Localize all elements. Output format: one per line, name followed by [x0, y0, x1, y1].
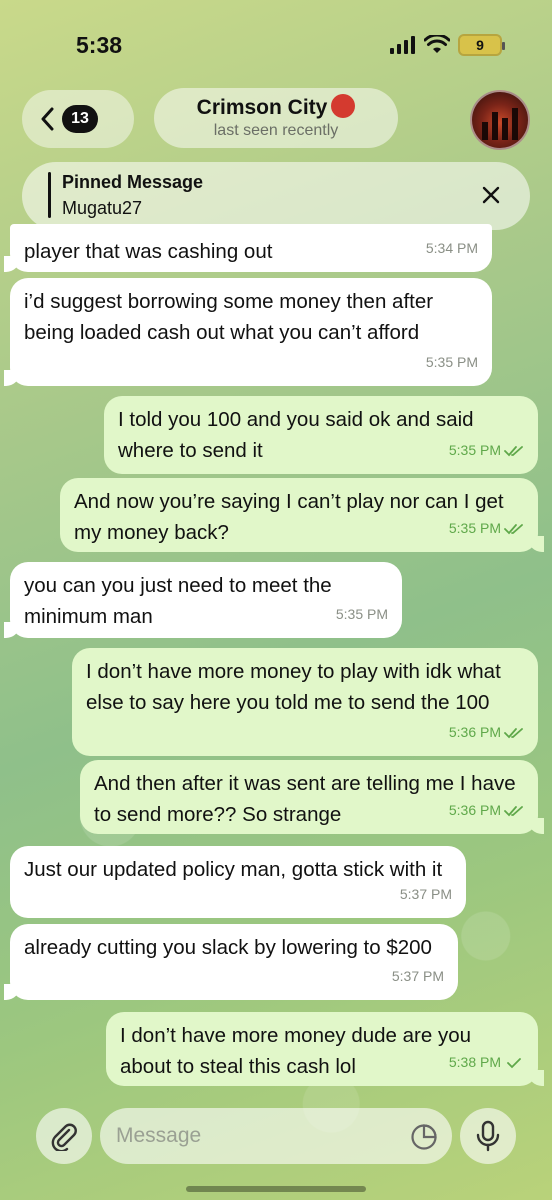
chat-title-row: Crimson City [154, 94, 398, 120]
angry-face-emoji-icon [331, 94, 356, 118]
chevron-left-icon [41, 107, 54, 131]
status-icons: 9 [390, 34, 505, 56]
message-input-container [100, 1108, 452, 1164]
pinned-indicator [48, 172, 51, 218]
status-bar: 5:38 9 [0, 0, 552, 90]
back-button[interactable]: 13 [22, 90, 134, 148]
double-check-icon [504, 727, 523, 738]
message-bubble-incoming[interactable]: i’d suggest borrowing some money then af… [4, 278, 492, 386]
message-meta: 5:37 PM [392, 961, 444, 992]
message-time: 5:35 PM [448, 520, 501, 536]
message-meta: 5:35 PM [426, 347, 478, 378]
message-bubble-incoming[interactable]: you can you just need to meet the minimu… [4, 562, 402, 638]
battery-icon: 9 [458, 34, 505, 56]
message-time: 5:34 PM [425, 240, 478, 256]
single-check-icon [507, 1057, 521, 1068]
home-indicator [186, 1186, 366, 1192]
pinned-message-bar[interactable]: Pinned Message Mugatu27 [22, 162, 530, 230]
message-time: 5:35 PM [425, 354, 478, 370]
message-text: player that was cashing out [24, 240, 273, 263]
avatar[interactable] [470, 90, 530, 150]
unread-count-badge: 13 [62, 105, 98, 133]
message-time: 5:37 PM [399, 886, 452, 902]
message-bubble-outgoing[interactable]: I don’t have more money to play with idk… [72, 648, 538, 756]
chat-title: Crimson City [196, 96, 328, 119]
message-input[interactable] [116, 1108, 406, 1164]
message-bubble-incoming[interactable]: Just our updated policy man, gotta stick… [10, 846, 466, 918]
pinned-text: Mugatu27 [62, 198, 143, 218]
attach-button[interactable] [36, 1108, 92, 1164]
message-time: 5:36 PM [448, 724, 501, 740]
message-time: 5:35 PM [448, 442, 501, 458]
double-check-icon [504, 445, 523, 456]
message-bubble-outgoing[interactable]: And then after it was sent are telling m… [80, 760, 544, 834]
message-text: you can you just need to meet the minimu… [24, 574, 332, 628]
double-check-icon [504, 805, 523, 816]
message-bubble-incoming[interactable]: player that was cashing out 5:34 PM [4, 224, 492, 272]
message-time: 5:38 PM [448, 1054, 501, 1070]
message-bubble-incoming[interactable]: already cutting you slack by lowering to… [4, 924, 458, 1000]
cellular-signal-icon [390, 36, 415, 54]
message-meta: 5:35 PM [449, 513, 524, 544]
paperclip-icon [51, 1123, 77, 1151]
message-meta: 5:37 PM [400, 879, 452, 910]
message-meta: 5:35 PM [336, 599, 388, 630]
microphone-icon [476, 1120, 500, 1152]
pinned-label: Pinned Message [62, 172, 204, 192]
message-bubble-outgoing[interactable]: I don’t have more money dude are you abo… [106, 1012, 544, 1086]
message-bubble-outgoing[interactable]: I told you 100 and you said ok and said … [104, 396, 538, 474]
chat-title-button[interactable]: Crimson City last seen recently [154, 88, 398, 148]
message-text: already cutting you slack by lowering to… [24, 936, 432, 959]
message-meta: 5:38 PM [449, 1047, 524, 1078]
message-meta: 5:35 PM [449, 435, 524, 466]
sticker-icon[interactable] [410, 1123, 438, 1151]
chat-subtitle: last seen recently [213, 122, 339, 139]
message-time: 5:37 PM [391, 968, 444, 984]
message-time: 5:35 PM [335, 606, 388, 622]
double-check-icon [504, 523, 523, 534]
message-meta: 5:36 PM [449, 795, 524, 826]
message-text: Just our updated policy man, gotta stick… [24, 858, 443, 881]
message-bubble-outgoing[interactable]: And now you’re saying I can’t play nor c… [60, 478, 544, 552]
message-meta: 5:34 PM [426, 233, 478, 264]
message-text: I don’t have more money to play with idk… [86, 660, 501, 714]
microphone-button[interactable] [460, 1108, 516, 1164]
message-meta: 5:36 PM [449, 717, 524, 748]
close-icon[interactable] [478, 182, 504, 208]
message-time: 5:36 PM [448, 802, 501, 818]
status-time: 5:38 [76, 32, 123, 58]
message-text: i’d suggest borrowing some money then af… [24, 290, 434, 344]
wifi-icon [424, 35, 450, 53]
